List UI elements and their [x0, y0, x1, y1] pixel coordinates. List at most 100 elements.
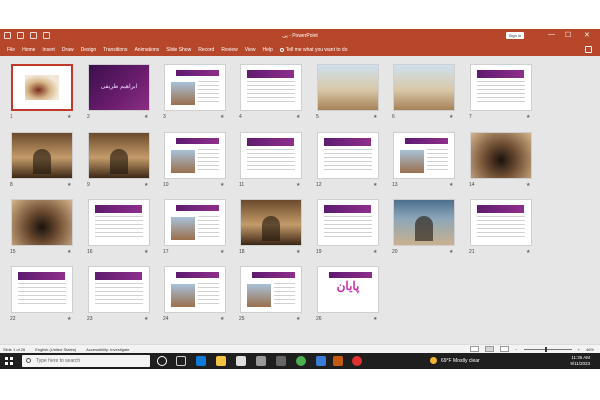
task-view-icon[interactable] — [176, 356, 186, 366]
accessibility-status[interactable]: Accessibility: Investigate — [86, 347, 129, 352]
taskbar-clock[interactable]: 11:36 AM 9/11/2023 — [570, 355, 590, 367]
weather-text[interactable]: 69°F Mostly clear — [441, 358, 480, 364]
slide-thumbnail[interactable] — [393, 64, 455, 111]
transition-star-icon[interactable]: ★ — [67, 114, 71, 120]
transition-star-icon[interactable]: ★ — [449, 182, 453, 188]
transition-star-icon[interactable]: ★ — [296, 316, 300, 322]
transition-star-icon[interactable]: ★ — [144, 249, 148, 255]
transition-star-icon[interactable]: ★ — [220, 316, 224, 322]
transition-star-icon[interactable]: ★ — [144, 182, 148, 188]
slide-thumbnail[interactable] — [470, 64, 532, 111]
slide-thumbnail[interactable]: ابراهیم ظریفی — [88, 64, 150, 111]
transition-star-icon[interactable]: ★ — [373, 249, 377, 255]
slide-thumbnail[interactable] — [88, 132, 150, 179]
slide-thumbnail[interactable] — [240, 64, 302, 111]
ribbon-tab-file[interactable]: File — [7, 47, 15, 53]
slide-thumbnail[interactable] — [240, 132, 302, 179]
slide-thumbnail[interactable] — [317, 199, 379, 246]
share-icon[interactable] — [585, 46, 592, 53]
slide-thumbnail[interactable] — [88, 266, 150, 313]
ribbon-tab-design[interactable]: Design — [81, 47, 97, 53]
store-icon[interactable] — [276, 356, 286, 366]
slide-thumbnail[interactable] — [470, 199, 532, 246]
slide-thumbnail[interactable] — [11, 64, 73, 111]
slide-thumbnail[interactable] — [164, 64, 226, 111]
transition-star-icon[interactable]: ★ — [373, 182, 377, 188]
transition-star-icon[interactable]: ★ — [220, 114, 224, 120]
slide-thumbnail[interactable] — [11, 132, 73, 179]
transition-star-icon[interactable]: ★ — [144, 114, 148, 120]
zoom-slider[interactable] — [523, 346, 572, 352]
ribbon-tab-review[interactable]: Review — [221, 47, 237, 53]
language-status[interactable]: English (United States) — [35, 347, 76, 352]
transition-star-icon[interactable]: ★ — [296, 114, 300, 120]
slide-thumbnail[interactable] — [240, 266, 302, 313]
transition-star-icon[interactable]: ★ — [296, 249, 300, 255]
transition-star-icon[interactable]: ★ — [373, 316, 377, 322]
ribbon-tab-home[interactable]: Home — [22, 47, 35, 53]
ribbon-tab-slide-show[interactable]: Slide Show — [166, 47, 191, 53]
close-icon[interactable]: ✕ — [584, 31, 590, 39]
slide-thumbnail[interactable] — [11, 266, 73, 313]
slide-end-text: پایان — [336, 278, 360, 293]
transition-star-icon[interactable]: ★ — [526, 249, 530, 255]
transition-star-icon[interactable]: ★ — [220, 249, 224, 255]
ribbon-tab-insert[interactable]: Insert — [42, 47, 55, 53]
slide-number: 16 — [87, 249, 93, 255]
slide-thumbnail[interactable] — [88, 199, 150, 246]
maximize-icon[interactable]: ☐ — [565, 31, 571, 39]
file-explorer-icon[interactable] — [216, 356, 226, 366]
transition-star-icon[interactable]: ★ — [373, 114, 377, 120]
sign-in-button[interactable]: Sign in — [506, 32, 524, 39]
ribbon-tab-view[interactable]: View — [245, 47, 256, 53]
slide-thumbnail[interactable] — [11, 199, 73, 246]
app-icon-blue[interactable] — [316, 356, 326, 366]
slide-thumbnail[interactable] — [164, 199, 226, 246]
slide-thumbnail[interactable] — [164, 266, 226, 313]
slide-number: 20 — [392, 249, 398, 255]
transition-star-icon[interactable]: ★ — [449, 114, 453, 120]
photos-icon[interactable] — [256, 356, 266, 366]
chrome-icon[interactable] — [296, 356, 306, 366]
transition-star-icon[interactable]: ★ — [526, 114, 530, 120]
transition-star-icon[interactable]: ★ — [296, 182, 300, 188]
transition-star-icon[interactable]: ★ — [526, 182, 530, 188]
reading-view-button[interactable] — [500, 346, 510, 352]
ribbon-tab-transitions[interactable]: Transitions — [103, 47, 127, 53]
slide-thumbnail[interactable] — [317, 64, 379, 111]
ribbon-tab-animations[interactable]: Animations — [134, 47, 159, 53]
transition-star-icon[interactable]: ★ — [449, 249, 453, 255]
slide-thumbnail[interactable] — [470, 132, 532, 179]
app-icon-red[interactable] — [352, 356, 362, 366]
ribbon-tab-record[interactable]: Record — [198, 47, 214, 53]
weather-icon[interactable] — [430, 357, 437, 364]
taskbar-search-box[interactable]: Type here to search — [22, 355, 150, 367]
slide-thumbnail[interactable] — [317, 132, 379, 179]
slide-thumbnail[interactable]: پایان — [317, 266, 379, 313]
transition-star-icon[interactable]: ★ — [144, 316, 148, 322]
start-button[interactable] — [5, 357, 13, 365]
tell-me-search[interactable]: Tell me what you want to do — [279, 47, 347, 53]
slide-sorter-view-button[interactable] — [485, 346, 495, 352]
zoom-thumb[interactable] — [544, 346, 547, 352]
zoom-level[interactable]: 46% — [586, 347, 594, 352]
ribbon-tab-draw[interactable]: Draw — [62, 47, 74, 53]
mail-icon[interactable] — [236, 356, 246, 366]
cortana-icon[interactable] — [157, 356, 167, 366]
transition-star-icon[interactable]: ★ — [220, 182, 224, 188]
minimize-icon[interactable]: — — [548, 31, 555, 38]
normal-view-button[interactable] — [470, 346, 480, 352]
ribbon-tab-help[interactable]: Help — [262, 47, 272, 53]
slide-thumbnail[interactable] — [393, 132, 455, 179]
zoom-out-icon[interactable]: − — [515, 347, 517, 352]
slide-thumbnail[interactable] — [393, 199, 455, 246]
edge-icon[interactable] — [196, 356, 206, 366]
transition-star-icon[interactable]: ★ — [67, 249, 71, 255]
transition-star-icon[interactable]: ★ — [67, 182, 71, 188]
zoom-in-icon[interactable]: + — [578, 347, 580, 352]
slide-thumbnail[interactable] — [164, 132, 226, 179]
slide-thumbnail[interactable] — [240, 199, 302, 246]
powerpoint-taskbar-icon[interactable] — [333, 356, 343, 366]
slide-sorter-pane[interactable]: 1 ★ ابراهیم ظریفی 2 ★ 3 ★ 4 ★ 5 ★ 6 ★ 7 ★ 8 ★ 9 ★ 10 ★ 11 ★ 12 ★… — [0, 56, 600, 344]
transition-star-icon[interactable]: ★ — [67, 316, 71, 322]
